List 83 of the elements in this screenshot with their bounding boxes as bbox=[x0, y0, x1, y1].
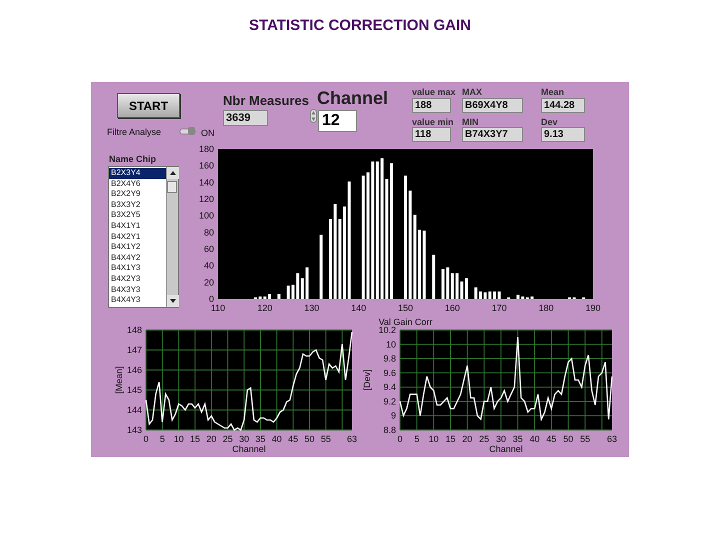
axis-tick-label: 140 bbox=[198, 177, 214, 188]
axis-tick-label: 0 bbox=[144, 434, 148, 444]
axis-tick-label: 148 bbox=[126, 325, 142, 335]
axis-title: Val Gain Corr bbox=[378, 317, 432, 327]
axis-tick-label: 30 bbox=[239, 434, 250, 444]
stat-label: MIN bbox=[462, 116, 478, 129]
axis-tick-label: 63 bbox=[607, 434, 617, 444]
axis-tick-label: 40 bbox=[530, 434, 540, 444]
axis-tick-label: 140 bbox=[351, 303, 366, 313]
axis-tick-label: 45 bbox=[288, 434, 298, 444]
axis-tick-label: 15 bbox=[190, 434, 200, 444]
channel-label: Channel bbox=[317, 87, 388, 110]
axis-tick-label: 55 bbox=[320, 434, 331, 444]
axis-tick-label: 0 bbox=[208, 294, 214, 304]
axis-tick-label: 0 bbox=[398, 434, 402, 444]
axis-tick-label: 180 bbox=[198, 144, 214, 154]
axis-tick-label: 40 bbox=[204, 260, 214, 271]
axis-tick-label: 8.8 bbox=[383, 425, 396, 435]
axis-tick-label: 35 bbox=[255, 434, 266, 444]
axis-tick-label: 63 bbox=[347, 434, 357, 444]
stat-field: 9.13 bbox=[541, 127, 585, 142]
axis-tick-label: 10 bbox=[386, 339, 396, 350]
stat-field: B74X3Y7 bbox=[462, 127, 523, 142]
axis-tick-label: 55 bbox=[580, 434, 590, 444]
axis-tick-label: 40 bbox=[272, 434, 282, 444]
stat-field: 188 bbox=[412, 98, 451, 113]
axis-tick-label: 45 bbox=[546, 434, 556, 444]
nbr-measures-field: 3639 bbox=[223, 110, 268, 126]
page-title: STATISTIC CORRECTION GAIN bbox=[249, 17, 471, 35]
axis-tick-label: 144 bbox=[126, 405, 142, 415]
stat-label: MAX bbox=[462, 86, 482, 99]
axis-tick-label: 100 bbox=[198, 210, 214, 221]
axis-tick-label: 190 bbox=[585, 303, 601, 313]
axis-tick-label: 30 bbox=[496, 434, 506, 444]
stat-field: 118 bbox=[412, 127, 451, 142]
axis-tick-label: 20 bbox=[462, 434, 472, 444]
stat-label: Dev bbox=[541, 116, 558, 129]
axis-tick-label: 10 bbox=[428, 434, 439, 444]
axis-tick-label: 9.2 bbox=[383, 396, 396, 406]
axis-tick-label: 80 bbox=[204, 227, 214, 238]
axis-tick-label: 25 bbox=[222, 434, 233, 444]
axis-tick-label: 9.4 bbox=[383, 382, 396, 392]
name-chip-label: Name Chip bbox=[109, 153, 156, 166]
toggle-state-label: ON bbox=[201, 127, 214, 140]
axis-tick-label: 9 bbox=[390, 410, 396, 421]
axis-tick-label: 110 bbox=[210, 303, 226, 313]
axis-tick-label: 180 bbox=[538, 303, 554, 313]
axis-title: Channel bbox=[232, 444, 266, 454]
axis-tick-label: 20 bbox=[204, 277, 214, 288]
axis-tick-label: 150 bbox=[398, 303, 414, 313]
stat-field: 144.28 bbox=[541, 98, 585, 113]
axis-tick-label: 5 bbox=[414, 434, 420, 444]
axis-tick-label: 170 bbox=[492, 303, 507, 313]
nbr-measures-label: Nbr Measures bbox=[223, 92, 309, 110]
filter-label: Filtre Analyse bbox=[107, 126, 162, 139]
axis-tick-label: 35 bbox=[512, 434, 523, 444]
axis-tick-label: 146 bbox=[126, 365, 142, 375]
axis-tick-label: 20 bbox=[206, 434, 216, 444]
axis-title: [Dev] bbox=[362, 370, 372, 390]
axis-tick-label: 143 bbox=[126, 425, 142, 435]
axis-tick-label: 50 bbox=[304, 434, 314, 444]
axis-tick-label: 25 bbox=[479, 434, 490, 444]
axis-title: Channel bbox=[489, 444, 523, 454]
axis-tick-label: 120 bbox=[257, 303, 272, 313]
axis-tick-label: 60 bbox=[204, 244, 214, 254]
axis-tick-label: 147 bbox=[126, 345, 142, 355]
axis-tick-label: 160 bbox=[444, 303, 460, 313]
axis-tick-label: 120 bbox=[198, 194, 214, 204]
stat-label: value max bbox=[412, 86, 456, 99]
stat-label: value min bbox=[412, 116, 454, 129]
axis-tick-label: 9.8 bbox=[383, 354, 396, 364]
axis-tick-label: 10 bbox=[174, 434, 184, 444]
axis-tick-label: 10.2 bbox=[378, 325, 396, 335]
axis-title: [Mean] bbox=[114, 366, 124, 394]
stat-label: Mean bbox=[541, 86, 564, 99]
axis-tick-label: 9.6 bbox=[383, 368, 396, 378]
axis-tick-label: 15 bbox=[445, 434, 456, 444]
axis-tick-label: 145 bbox=[126, 385, 142, 395]
axis-tick-label: 160 bbox=[198, 160, 214, 171]
axis-tick-label: 50 bbox=[563, 434, 574, 444]
axis-tick-label: 5 bbox=[160, 434, 165, 444]
stat-field: B69X4Y8 bbox=[462, 98, 523, 113]
axis-tick-label: 130 bbox=[304, 303, 320, 313]
